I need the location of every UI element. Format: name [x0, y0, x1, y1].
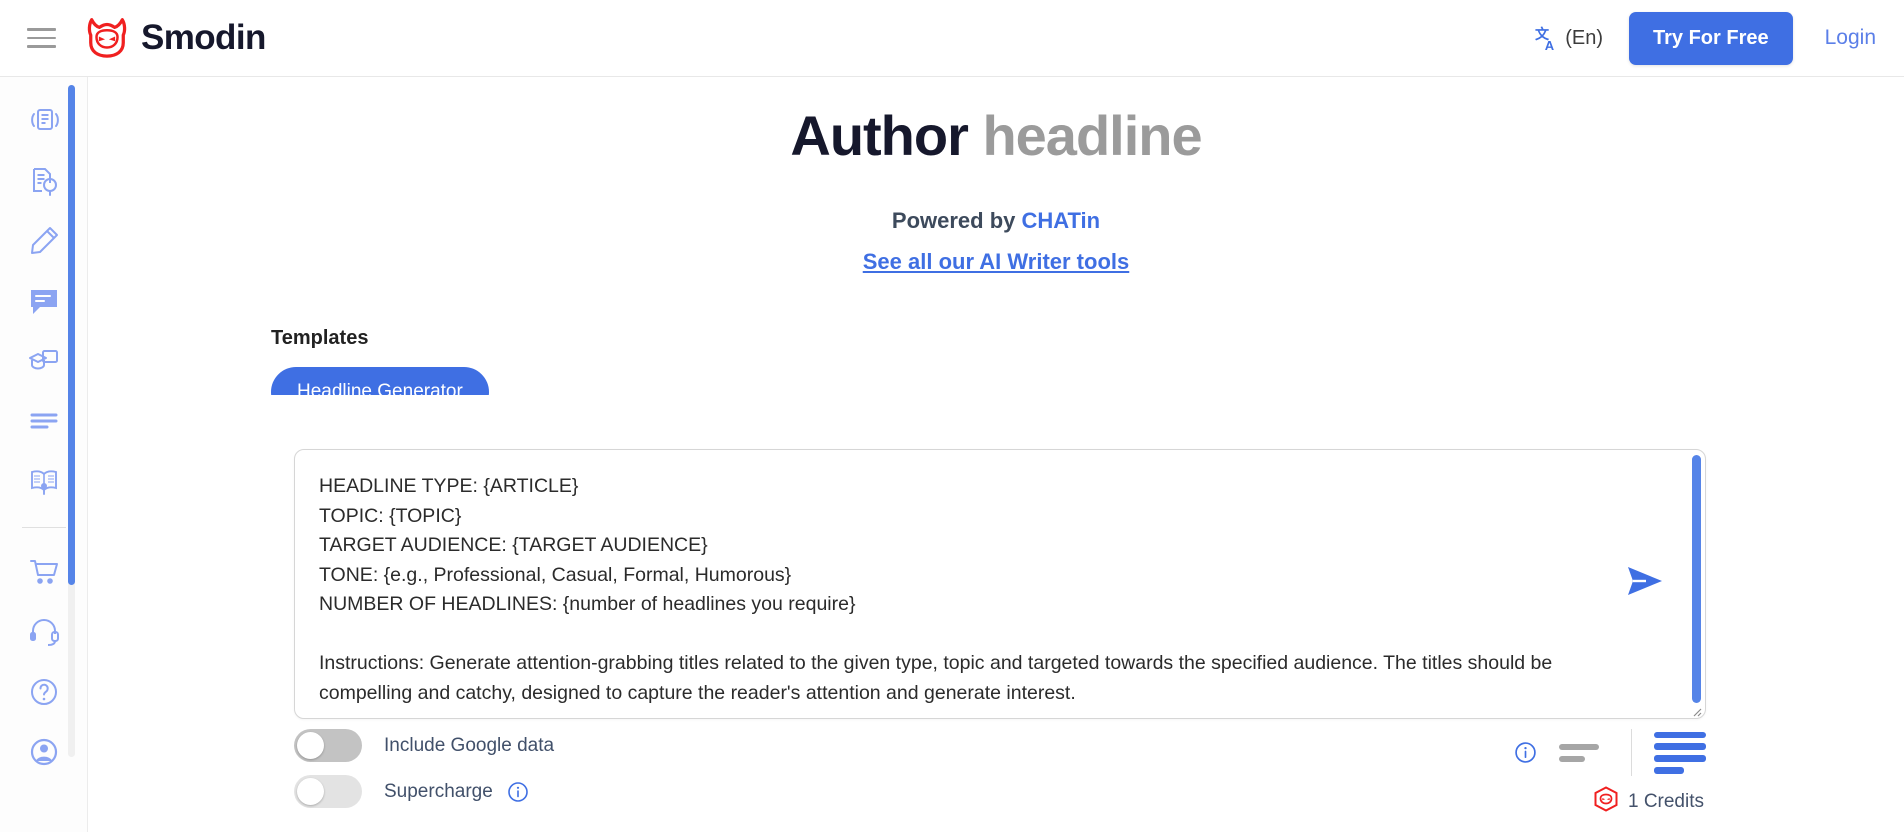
shopping-cart-icon: [26, 554, 62, 590]
supercharge-toggle[interactable]: [294, 775, 362, 808]
document-search-icon: [26, 163, 62, 199]
short-output-icon[interactable]: [1559, 736, 1609, 770]
include-google-data-label: Include Google data: [384, 734, 555, 756]
try-for-free-button[interactable]: Try For Free: [1629, 11, 1793, 65]
short-output-line: [1559, 743, 1599, 750]
textarea-resize-handle[interactable]: [1690, 704, 1702, 717]
sidebar-item-account[interactable]: [16, 722, 72, 782]
supercharge-label: Supercharge: [384, 780, 493, 802]
sidebar-item-summarizer[interactable]: [16, 391, 72, 451]
sidebar-item-translator[interactable]: [16, 451, 72, 511]
powered-by-brand: CHATin: [1021, 208, 1101, 233]
send-paper-plane-icon: [1625, 564, 1665, 601]
sidebar-item-pricing[interactable]: [16, 542, 72, 602]
login-link[interactable]: Login: [1825, 26, 1876, 50]
hamburger-line: [26, 36, 56, 40]
powered-by-label: Powered by CHATin: [88, 208, 1904, 234]
svg-text:A: A: [1545, 38, 1555, 51]
hamburger-line: [26, 28, 56, 31]
output-length-info-icon[interactable]: [1514, 741, 1537, 764]
sidebar-item-homework-helper[interactable]: [16, 331, 72, 391]
open-book-icon: [26, 463, 62, 499]
long-output-line: [1654, 731, 1706, 739]
smodin-mask-logo-icon: [84, 14, 130, 63]
hamburger-line: [26, 45, 56, 48]
include-google-data-toggle[interactable]: [294, 729, 362, 762]
sidebar-item-ai-writer[interactable]: [16, 211, 72, 271]
page-title: Author headline: [88, 103, 1904, 168]
header-actions: 文 A (En) Try For Free Login: [1535, 11, 1876, 65]
question-circle-icon: [26, 674, 62, 710]
pencil-icon: [26, 223, 62, 259]
translate-icon: 文 A: [1535, 25, 1561, 51]
toggle-knob: [297, 778, 324, 805]
sidebar-item-support[interactable]: [16, 602, 72, 662]
page-title-strong: Author: [790, 104, 969, 167]
user-circle-icon: [26, 734, 62, 770]
document-rewrite-icon: [26, 103, 62, 139]
smodin-credit-badge-icon: [1593, 786, 1619, 817]
templates-label: Templates: [271, 327, 369, 349]
template-chip-list: Headline Generator: [271, 367, 1904, 395]
long-output-line: [1654, 743, 1706, 750]
page-title-muted: headline: [982, 104, 1202, 167]
brand-name: Smodin: [141, 18, 266, 57]
headset-icon: [26, 614, 62, 650]
long-output-line: [1654, 755, 1706, 762]
prompt-scrollbar-thumb[interactable]: [1692, 455, 1701, 703]
text-lines-icon: [27, 404, 61, 438]
language-label: (En): [1565, 26, 1603, 49]
sidebar-item-chat[interactable]: [16, 271, 72, 331]
chat-bubble-icon: [27, 284, 61, 318]
include-google-data-row: Include Google data: [294, 729, 1706, 762]
template-chip-headline-generator[interactable]: Headline Generator: [271, 367, 489, 395]
supercharge-row: Supercharge: [294, 775, 1706, 808]
brand-logo[interactable]: Smodin: [84, 14, 266, 63]
top-header: Smodin 文 A (En) Try For Free Login: [0, 0, 1904, 77]
powered-by-prefix: Powered by: [891, 208, 1022, 233]
output-length-controls: 1 Credits: [1514, 729, 1706, 817]
hamburger-menu-icon[interactable]: [22, 19, 60, 57]
sidebar-item-help[interactable]: [16, 662, 72, 722]
prompt-panel: HEADLINE TYPE: {ARTICLE} TOPIC: {TOPIC} …: [294, 449, 1706, 719]
graduation-screen-icon: [26, 343, 62, 379]
prompt-text-value[interactable]: HEADLINE TYPE: {ARTICLE} TOPIC: {TOPIC} …: [319, 472, 1609, 708]
language-selector[interactable]: 文 A (En): [1535, 25, 1603, 51]
left-sidebar: [0, 77, 88, 832]
credits-indicator: 1 Credits: [1593, 786, 1704, 817]
prompt-textarea[interactable]: HEADLINE TYPE: {ARTICLE} TOPIC: {TOPIC} …: [294, 449, 1706, 719]
all-ai-writer-tools-link[interactable]: See all our AI Writer tools: [88, 249, 1904, 275]
long-output-icon[interactable]: [1654, 731, 1706, 774]
short-output-line: [1559, 755, 1585, 762]
output-length-row: [1514, 729, 1706, 776]
templates-section: Templates Headline Generator: [88, 327, 1904, 395]
long-output-line: [1654, 766, 1684, 774]
sidebar-divider: [22, 527, 66, 528]
sidebar-scrollbar[interactable]: [68, 85, 75, 757]
sidebar-scrollbar-thumb[interactable]: [68, 85, 75, 585]
toggle-knob: [297, 732, 324, 759]
sidebar-item-plagiarism-checker[interactable]: [16, 151, 72, 211]
prompt-controls: Include Google data Supercharge 1 Credit…: [294, 729, 1706, 829]
credits-label: 1 Credits: [1627, 790, 1704, 812]
supercharge-info-icon[interactable]: [507, 781, 529, 803]
send-button[interactable]: [1621, 558, 1669, 606]
main-content: Author headline Powered by CHATin See al…: [88, 77, 1904, 832]
sidebar-item-rewriter[interactable]: [16, 91, 72, 151]
controls-divider: [1631, 729, 1632, 776]
